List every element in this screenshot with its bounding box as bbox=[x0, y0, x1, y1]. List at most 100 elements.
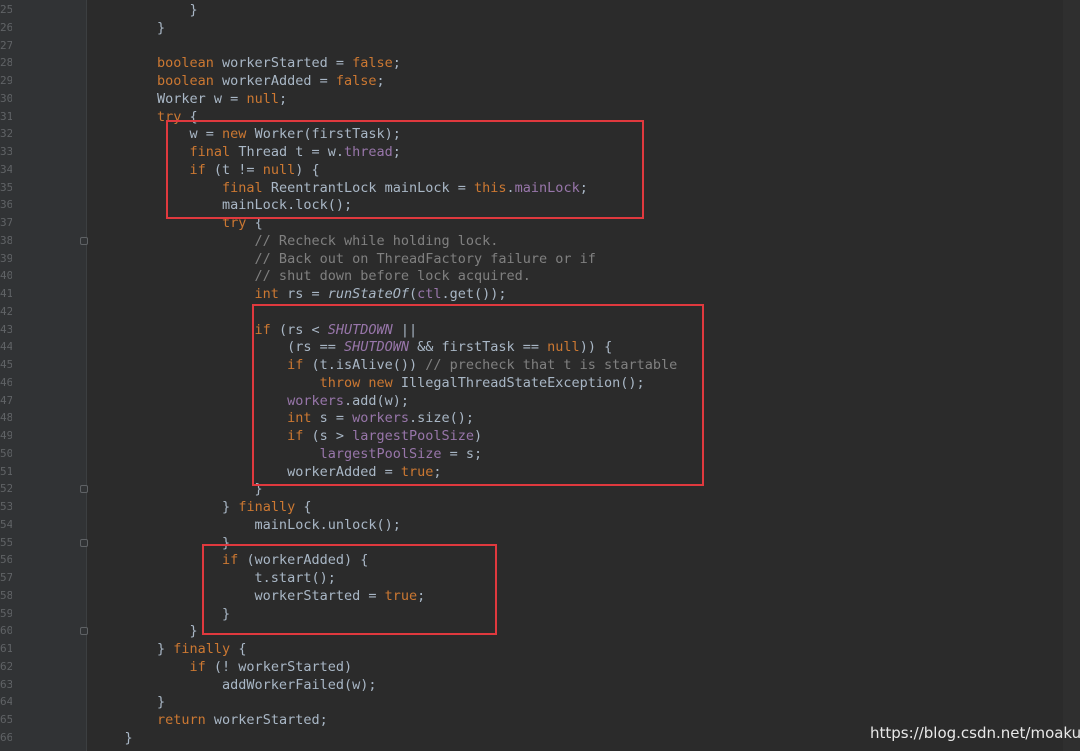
line-number[interactable]: 50 bbox=[0, 445, 12, 463]
line-number[interactable]: 63 bbox=[0, 676, 12, 694]
line-number[interactable]: 34 bbox=[0, 161, 12, 179]
code-token: { bbox=[238, 641, 247, 657]
code-line[interactable]: 57 t.start(); bbox=[0, 569, 1063, 587]
line-number[interactable]: 55 bbox=[0, 534, 12, 552]
line-number[interactable]: 47 bbox=[0, 392, 12, 410]
code-token: (! workerStarted) bbox=[213, 658, 353, 675]
line-number[interactable]: 35 bbox=[0, 179, 12, 197]
code-line[interactable]: 39 // Back out on ThreadFactory failure … bbox=[0, 250, 1063, 268]
line-number[interactable]: 39 bbox=[0, 250, 12, 268]
code-line[interactable]: 53 } finally { bbox=[0, 498, 1063, 516]
code-line[interactable]: 28 boolean workerStarted = false; bbox=[0, 54, 1063, 72]
code-token: // Recheck while holding lock. bbox=[92, 232, 499, 249]
line-number[interactable]: 42 bbox=[0, 303, 12, 321]
fold-marker-icon[interactable] bbox=[80, 485, 88, 494]
code-token: .get()); bbox=[441, 286, 507, 302]
code-text: Worker w = null; bbox=[92, 90, 287, 108]
fold-marker-icon[interactable] bbox=[80, 538, 88, 547]
line-number[interactable]: 58 bbox=[0, 587, 12, 605]
line-number[interactable]: 43 bbox=[0, 321, 12, 339]
code-token: ; bbox=[278, 90, 288, 107]
code-line[interactable]: 58 workerStarted = true; bbox=[0, 587, 1063, 605]
code-line[interactable]: 30 Worker w = null; bbox=[0, 90, 1063, 108]
code-text: boolean workerStarted = false; bbox=[92, 54, 401, 72]
line-number[interactable]: 53 bbox=[0, 498, 12, 516]
line-number[interactable]: 51 bbox=[0, 463, 12, 481]
line-number[interactable]: 66 bbox=[0, 729, 12, 747]
line-number[interactable]: 36 bbox=[0, 196, 12, 214]
code-line[interactable]: 26 } bbox=[0, 19, 1063, 37]
code-line[interactable]: 54 mainLock.unlock(); bbox=[0, 516, 1063, 534]
code-line[interactable]: 27 bbox=[0, 37, 1063, 55]
code-token: { bbox=[303, 499, 312, 515]
code-token: workerStarted; bbox=[213, 712, 328, 728]
code-line[interactable]: 63 addWorkerFailed(w); bbox=[0, 676, 1063, 694]
fold-marker-icon[interactable] bbox=[80, 236, 88, 245]
code-editor[interactable]: 25 } 26 } 27 28 boolean workerStarted = fal… bbox=[0, 0, 1080, 751]
line-number[interactable]: 40 bbox=[0, 267, 12, 285]
line-number[interactable]: 37 bbox=[0, 214, 12, 232]
line-number[interactable]: 61 bbox=[0, 640, 12, 658]
code-token: } bbox=[92, 499, 239, 515]
line-number[interactable]: 54 bbox=[0, 516, 12, 534]
line-number[interactable]: 44 bbox=[0, 338, 12, 356]
code-line[interactable]: 59 } bbox=[0, 605, 1063, 623]
line-number[interactable]: 65 bbox=[0, 711, 12, 729]
code-token: false bbox=[352, 55, 393, 72]
line-number[interactable]: 48 bbox=[0, 409, 12, 427]
line-number[interactable]: 56 bbox=[0, 551, 12, 569]
line-number[interactable]: 31 bbox=[0, 108, 12, 126]
line-number[interactable]: 33 bbox=[0, 143, 12, 161]
line-number[interactable]: 27 bbox=[0, 37, 12, 55]
line-number[interactable]: 29 bbox=[0, 72, 12, 90]
code-text: addWorkerFailed(w); bbox=[92, 676, 376, 694]
code-token: } bbox=[92, 694, 166, 711]
line-number[interactable]: 41 bbox=[0, 285, 12, 303]
line-number[interactable]: 64 bbox=[0, 693, 12, 711]
code-token: Worker w = bbox=[92, 90, 247, 107]
code-line[interactable]: 25 } bbox=[0, 1, 1063, 19]
code-token: ; bbox=[392, 55, 401, 72]
code-text: } bbox=[92, 622, 198, 640]
code-text: } bbox=[92, 693, 165, 711]
code-token: runStateOf bbox=[327, 286, 409, 302]
line-number[interactable]: 60 bbox=[0, 622, 12, 640]
fold-marker-icon[interactable] bbox=[80, 627, 88, 636]
code-text: mainLock.unlock(); bbox=[92, 516, 401, 534]
code-line[interactable]: 41 int rs = runStateOf(ctl.get()); bbox=[0, 285, 1063, 303]
code-line[interactable]: 29 boolean workerAdded = false; bbox=[0, 72, 1063, 90]
line-number[interactable]: 57 bbox=[0, 569, 12, 587]
line-number[interactable]: 26 bbox=[0, 19, 12, 37]
code-text: } bbox=[92, 480, 263, 498]
code-line[interactable]: 64 } bbox=[0, 693, 1063, 711]
code-text: } finally { bbox=[92, 498, 311, 516]
code-text: } bbox=[92, 1, 198, 19]
code-token: null bbox=[246, 90, 279, 107]
line-number[interactable]: 59 bbox=[0, 605, 12, 623]
line-number[interactable]: 32 bbox=[0, 125, 12, 143]
line-number[interactable]: 52 bbox=[0, 480, 12, 498]
code-token: addWorkerFailed(w); bbox=[92, 676, 377, 693]
code-line[interactable]: 60 } bbox=[0, 622, 1063, 640]
code-line[interactable]: 62 if (! workerStarted) bbox=[0, 658, 1063, 676]
code-line[interactable]: 56 if (workerAdded) { bbox=[0, 551, 1063, 569]
line-number[interactable]: 49 bbox=[0, 427, 12, 445]
code-token: } bbox=[92, 2, 198, 18]
line-number[interactable]: 25 bbox=[0, 1, 12, 19]
code-line[interactable]: 40 // shut down before lock acquired. bbox=[0, 267, 1063, 285]
code-line[interactable]: 55 } bbox=[0, 534, 1063, 552]
line-number[interactable]: 45 bbox=[0, 356, 12, 374]
line-number[interactable]: 30 bbox=[0, 90, 12, 108]
code-token: } bbox=[92, 481, 263, 498]
code-token: finally bbox=[173, 641, 239, 657]
code-token: ctl bbox=[417, 286, 442, 302]
line-number[interactable]: 38 bbox=[0, 232, 12, 250]
code-text: boolean workerAdded = false; bbox=[92, 72, 385, 90]
line-number[interactable]: 46 bbox=[0, 374, 12, 392]
line-number[interactable]: 28 bbox=[0, 54, 12, 72]
line-number[interactable]: 62 bbox=[0, 658, 12, 676]
code-text: // shut down before lock acquired. bbox=[92, 267, 531, 285]
code-line[interactable]: 38 // Recheck while holding lock. bbox=[0, 232, 1063, 250]
code-line[interactable]: 61 } finally { bbox=[0, 640, 1063, 658]
code-token: } bbox=[92, 19, 166, 36]
